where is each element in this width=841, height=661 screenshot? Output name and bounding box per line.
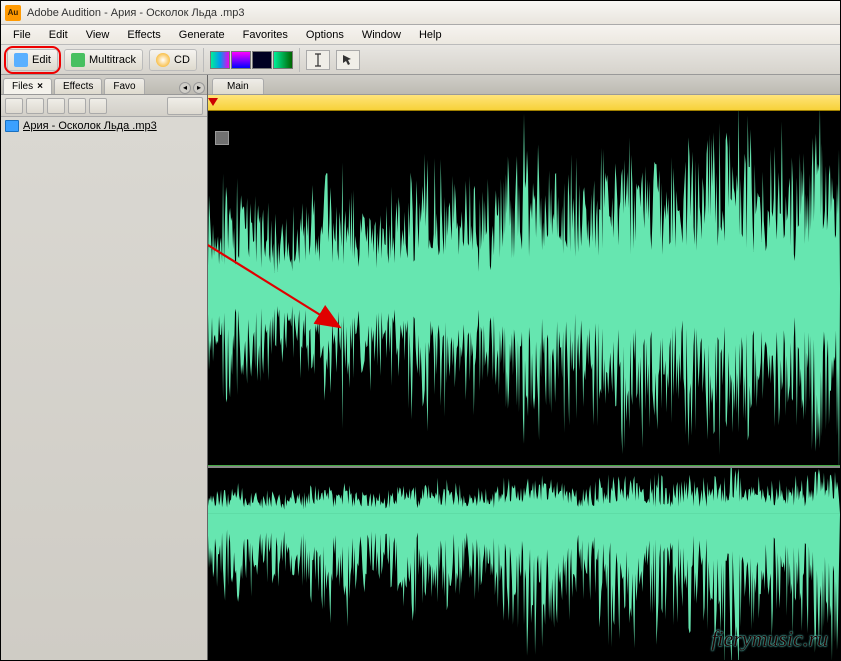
waveform-left — [208, 111, 840, 465]
selection-tool-button[interactable] — [336, 50, 360, 70]
menu-help[interactable]: Help — [411, 27, 450, 43]
menu-effects[interactable]: Effects — [119, 27, 168, 43]
menu-favorites[interactable]: Favorites — [235, 27, 296, 43]
menu-file[interactable]: File — [5, 27, 39, 43]
ibeam-tool-button[interactable] — [306, 50, 330, 70]
import-file-button[interactable] — [5, 98, 23, 114]
audio-file-icon — [5, 120, 19, 132]
multitrack-label: Multitrack — [89, 54, 136, 66]
channel-indicator — [215, 131, 229, 145]
edit-mode-button-highlight: Edit — [7, 49, 58, 71]
window-title: Adobe Audition - Ария - Осколок Льда .mp… — [27, 7, 245, 19]
spectral-view-button[interactable] — [210, 51, 230, 69]
sort-button[interactable] — [167, 97, 203, 115]
cd-label: CD — [174, 54, 190, 66]
menu-window[interactable]: Window — [354, 27, 409, 43]
file-item[interactable]: Ария - Осколок Льда .mp3 — [3, 119, 205, 133]
main-editor: Main fierymusic.ru — [208, 75, 840, 660]
cursor-icon — [341, 53, 355, 67]
main-toolbar: Edit Multitrack CD — [1, 45, 840, 75]
tab-favorites[interactable]: Favo — [104, 78, 144, 94]
watermark-text: fierymusic.ru — [711, 626, 828, 652]
file-name: Ария - Осколок Льда .mp3 — [23, 120, 157, 132]
edit-mode-button[interactable]: Edit — [7, 49, 58, 71]
sidebar-panel: Files× Effects Favo ◂ ▸ А — [1, 75, 208, 660]
close-file-button[interactable] — [26, 98, 44, 114]
menu-edit[interactable]: Edit — [41, 27, 76, 43]
file-list[interactable]: Ария - Осколок Льда .mp3 — [1, 117, 207, 660]
waveform-view-button[interactable] — [273, 51, 293, 69]
ibeam-icon — [313, 53, 323, 67]
playhead-marker[interactable] — [208, 98, 218, 106]
menubar: File Edit View Effects Generate Favorite… — [1, 25, 840, 45]
tab-files[interactable]: Files × — [3, 78, 52, 94]
view-buttons — [210, 51, 293, 69]
tab-scroll-right[interactable]: ▸ — [193, 82, 205, 94]
frequency-view-button[interactable] — [231, 51, 251, 69]
menu-view[interactable]: View — [78, 27, 118, 43]
app-window: Au Adobe Audition - Ария - Осколок Льда … — [0, 0, 841, 661]
pan-view-button[interactable] — [252, 51, 272, 69]
titlebar: Au Adobe Audition - Ария - Осколок Льда … — [1, 1, 840, 25]
menu-options[interactable]: Options — [298, 27, 352, 43]
waveform-display[interactable]: fierymusic.ru — [208, 111, 840, 660]
tab-close-icon[interactable]: × — [37, 81, 43, 92]
tab-files-label: Files — [12, 81, 33, 92]
tab-effects[interactable]: Effects — [54, 78, 102, 94]
cd-mode-button[interactable]: CD — [149, 49, 197, 71]
sidebar-tabs: Files × Effects Favo ◂ ▸ — [1, 75, 207, 95]
sidebar-toolbar — [1, 95, 207, 117]
workarea: Files× Effects Favo ◂ ▸ А — [1, 75, 840, 660]
edit-label: Edit — [32, 54, 51, 66]
toolbar-separator — [203, 48, 204, 72]
waveform-icon — [14, 53, 28, 67]
insert-multitrack-button[interactable] — [47, 98, 65, 114]
cd-icon — [156, 53, 170, 67]
multitrack-icon — [71, 53, 85, 67]
options-button[interactable] — [89, 98, 107, 114]
menu-generate[interactable]: Generate — [171, 27, 233, 43]
left-channel[interactable] — [208, 111, 840, 466]
main-tabs: Main — [208, 75, 840, 95]
sidebar-tab-nav: ◂ ▸ — [179, 82, 205, 94]
tab-scroll-left[interactable]: ◂ — [179, 82, 191, 94]
tab-main[interactable]: Main — [212, 78, 264, 94]
app-icon: Au — [5, 5, 21, 21]
multitrack-mode-button[interactable]: Multitrack — [64, 49, 143, 71]
edit-file-button[interactable] — [68, 98, 86, 114]
toolbar-separator-2 — [299, 48, 300, 72]
timeline-ruler[interactable] — [208, 95, 840, 111]
